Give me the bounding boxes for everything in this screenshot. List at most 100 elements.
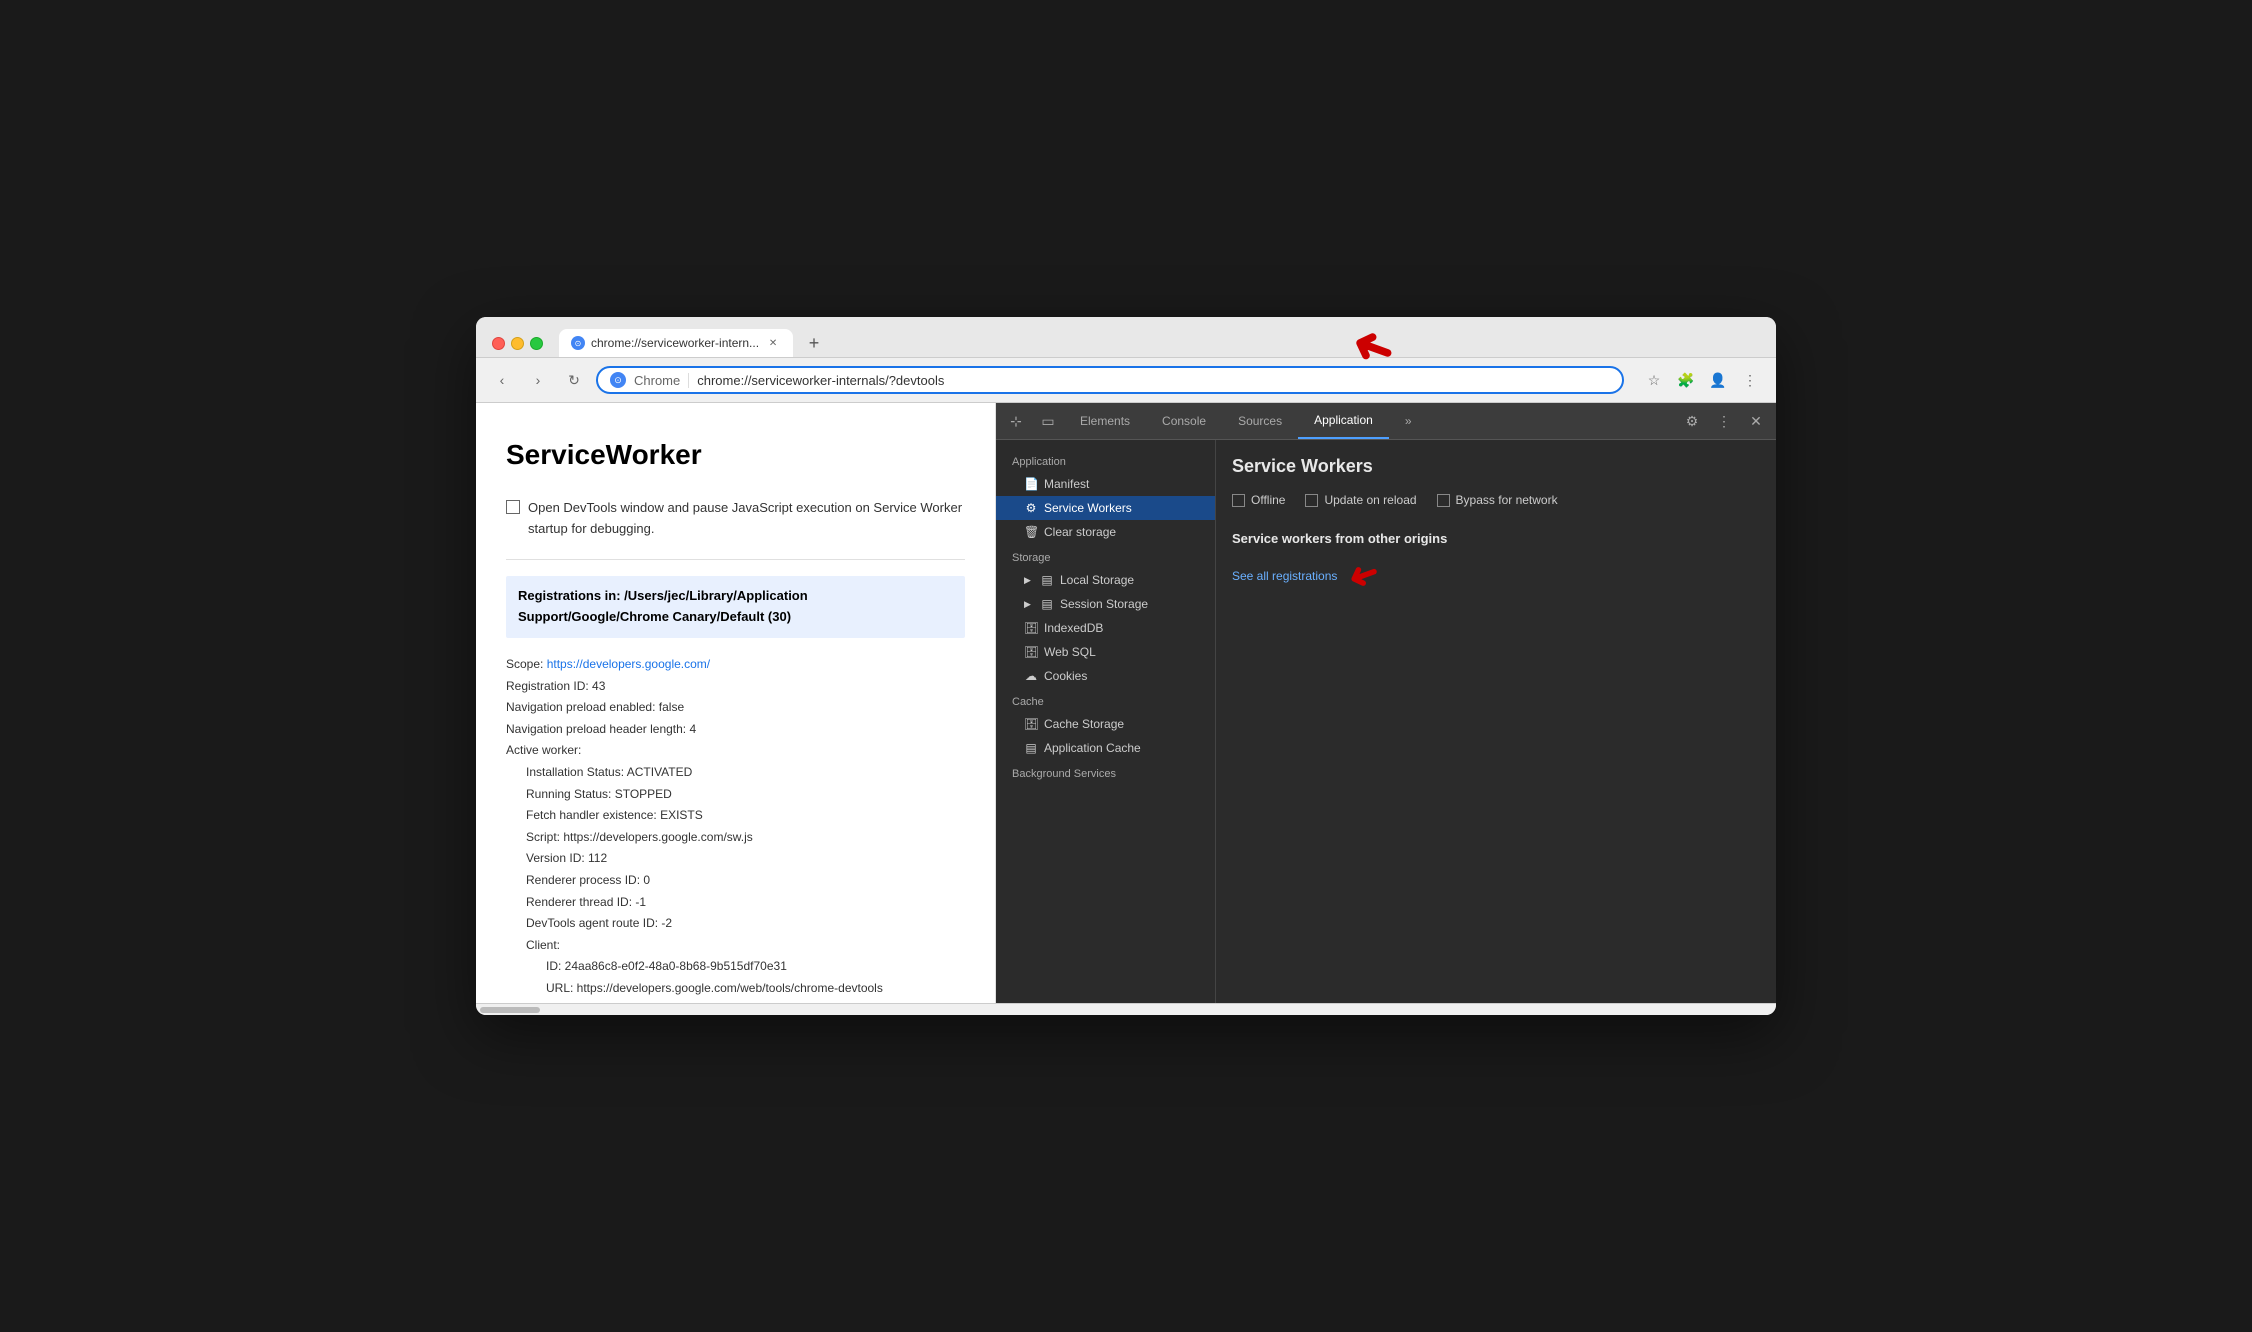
sidebar-section-background: Background Services bbox=[996, 760, 1215, 784]
tab-title: chrome://serviceworker-intern... bbox=[591, 336, 759, 350]
browser-tab[interactable]: ⊙ chrome://serviceworker-intern... ✕ bbox=[559, 329, 793, 357]
local-storage-arrow-icon: ▶ bbox=[1024, 575, 1034, 586]
debug-checkbox-label: Open DevTools window and pause JavaScrip… bbox=[528, 498, 965, 540]
cursor-icon-btn[interactable]: ⊹ bbox=[1000, 403, 1032, 439]
renderer-thread: Renderer thread ID: -1 bbox=[526, 892, 965, 914]
debug-checkbox[interactable] bbox=[506, 500, 520, 514]
nav-actions: ☆ 🧩 👤 ⋮ bbox=[1640, 366, 1764, 394]
option-bypass-for-network: Bypass for network bbox=[1437, 493, 1558, 507]
sidebar-item-manifest[interactable]: 📄 Manifest bbox=[996, 472, 1215, 496]
device-icon-btn[interactable]: ▭ bbox=[1032, 403, 1064, 439]
sidebar-item-session-storage[interactable]: ▶ ▤ Session Storage bbox=[996, 592, 1215, 616]
close-devtools-btn[interactable]: ✕ bbox=[1740, 403, 1772, 439]
client-id-1: ID: 24aa86c8-e0f2-48a0-8b68-9b515df70e31 bbox=[546, 956, 965, 978]
version-id: Version ID: 112 bbox=[526, 848, 965, 870]
bookmark-button[interactable]: ☆ bbox=[1640, 366, 1668, 394]
tab-elements[interactable]: Elements bbox=[1064, 403, 1146, 439]
minimize-button[interactable] bbox=[511, 337, 524, 350]
back-button[interactable]: ‹ bbox=[488, 366, 516, 394]
sidebar-item-web-sql[interactable]: 🗄 Web SQL bbox=[996, 640, 1215, 664]
new-tab-button[interactable]: + bbox=[801, 330, 827, 356]
offline-label: Offline bbox=[1251, 493, 1285, 507]
tab-sources[interactable]: Sources bbox=[1222, 403, 1298, 439]
bypass-label: Bypass for network bbox=[1456, 493, 1558, 507]
address-favicon: ⊙ bbox=[610, 372, 626, 388]
sidebar-item-local-storage[interactable]: ▶ ▤ Local Storage bbox=[996, 568, 1215, 592]
other-origins-section: Service workers from other origins See a… bbox=[1232, 531, 1760, 594]
section-title: Service workers from other origins bbox=[1232, 531, 1760, 546]
sidebar-item-cache-storage[interactable]: 🗄 Cache Storage bbox=[996, 712, 1215, 736]
active-worker-label: Active worker: bbox=[506, 740, 965, 762]
devtools-agent: DevTools agent route ID: -2 bbox=[526, 913, 965, 935]
local-storage-icon: ▤ bbox=[1040, 573, 1054, 587]
client-label-1: Client: bbox=[526, 935, 965, 957]
scope-link[interactable]: https://developers.google.com/ bbox=[547, 657, 710, 671]
close-button[interactable] bbox=[492, 337, 505, 350]
cache-storage-icon: 🗄 bbox=[1024, 717, 1038, 731]
extensions-button[interactable]: 🧩 bbox=[1672, 366, 1700, 394]
red-arrow-registrations: ➜ bbox=[1344, 554, 1385, 598]
indexeddb-icon: 🗄 bbox=[1024, 621, 1038, 635]
update-on-reload-checkbox[interactable] bbox=[1305, 494, 1318, 507]
page-content: ServiceWorker Open DevTools window and p… bbox=[476, 403, 996, 1003]
tab-close-button[interactable]: ✕ bbox=[765, 335, 781, 351]
sidebar-item-cookies[interactable]: ☁ Cookies bbox=[996, 664, 1215, 688]
sidebar-section-storage: Storage bbox=[996, 544, 1215, 568]
installation-status: Installation Status: ACTIVATED bbox=[526, 762, 965, 784]
client-url-1: URL: https://developers.google.com/web/t… bbox=[546, 978, 965, 1000]
tab-console[interactable]: Console bbox=[1146, 403, 1222, 439]
option-update-on-reload: Update on reload bbox=[1305, 493, 1416, 507]
sidebar-item-ls-label: Local Storage bbox=[1060, 573, 1134, 587]
see-all-row: See all registrations ➜ bbox=[1232, 558, 1760, 594]
session-storage-arrow-icon: ▶ bbox=[1024, 599, 1034, 610]
sidebar-item-cache-label: Cache Storage bbox=[1044, 717, 1124, 731]
sidebar-item-idb-label: IndexedDB bbox=[1044, 621, 1103, 635]
scrollbar-thumb[interactable] bbox=[480, 1007, 540, 1013]
sidebar-item-application-cache[interactable]: ▤ Application Cache bbox=[996, 736, 1215, 760]
more-icon-btn[interactable]: ⋮ bbox=[1708, 403, 1740, 439]
service-workers-icon: ⚙ bbox=[1024, 501, 1038, 515]
profile-button[interactable]: 👤 bbox=[1704, 366, 1732, 394]
offline-checkbox[interactable] bbox=[1232, 494, 1245, 507]
menu-button[interactable]: ⋮ bbox=[1736, 366, 1764, 394]
worker-info: Scope: https://developers.google.com/ Re… bbox=[506, 654, 965, 1003]
panel-title: Service Workers bbox=[1232, 456, 1760, 477]
clear-storage-icon: 🗑 bbox=[1024, 525, 1038, 539]
sidebar-item-indexeddb[interactable]: 🗄 IndexedDB bbox=[996, 616, 1215, 640]
running-status: Running Status: STOPPED bbox=[526, 784, 965, 806]
bypass-checkbox[interactable] bbox=[1437, 494, 1450, 507]
app-cache-icon: ▤ bbox=[1024, 741, 1038, 755]
tab-more[interactable]: » bbox=[1389, 403, 1428, 439]
nav-preload-header: Navigation preload header length: 4 bbox=[506, 719, 965, 741]
update-on-reload-label: Update on reload bbox=[1324, 493, 1416, 507]
toolbar-right: ⚙ ⋮ ✕ bbox=[1676, 403, 1772, 439]
devtools-panel: ⊹ ▭ Elements Console Sources Application… bbox=[996, 403, 1776, 1003]
maximize-button[interactable] bbox=[530, 337, 543, 350]
sidebar-item-wsql-label: Web SQL bbox=[1044, 645, 1096, 659]
sidebar-item-manifest-label: Manifest bbox=[1044, 477, 1089, 491]
client-label-2: Client: bbox=[526, 999, 965, 1003]
sidebar-item-ss-label: Session Storage bbox=[1060, 597, 1148, 611]
devtools-body: Application 📄 Manifest ⚙ Service Workers… bbox=[996, 440, 1776, 1003]
web-sql-icon: 🗄 bbox=[1024, 645, 1038, 659]
sidebar-section-cache: Cache bbox=[996, 688, 1215, 712]
see-all-registrations-link[interactable]: See all registrations bbox=[1232, 569, 1337, 583]
sidebar-item-clear-storage[interactable]: 🗑 Clear storage bbox=[996, 520, 1215, 544]
reload-button[interactable]: ↻ bbox=[560, 366, 588, 394]
nav-bar: ‹ › ↻ ⊙ Chrome chrome://serviceworker-in… bbox=[476, 358, 1776, 403]
option-offline: Offline bbox=[1232, 493, 1285, 507]
session-storage-icon: ▤ bbox=[1040, 597, 1054, 611]
sidebar-item-service-workers[interactable]: ⚙ Service Workers bbox=[996, 496, 1215, 520]
forward-button[interactable]: › bbox=[524, 366, 552, 394]
address-bar[interactable]: ⊙ Chrome chrome://serviceworker-internal… bbox=[596, 366, 1624, 394]
cookies-icon: ☁ bbox=[1024, 669, 1038, 683]
sidebar-item-appcache-label: Application Cache bbox=[1044, 741, 1141, 755]
sidebar-item-cs-label: Clear storage bbox=[1044, 525, 1116, 539]
scope-label: Scope: bbox=[506, 657, 543, 671]
settings-icon-btn[interactable]: ⚙ bbox=[1676, 403, 1708, 439]
tab-application[interactable]: Application bbox=[1298, 403, 1389, 439]
tab-favicon: ⊙ bbox=[571, 336, 585, 350]
registration-id: Registration ID: 43 bbox=[506, 676, 965, 698]
devtools-main: Service Workers Offline Update on reload bbox=[1216, 440, 1776, 1003]
renderer-process: Renderer process ID: 0 bbox=[526, 870, 965, 892]
